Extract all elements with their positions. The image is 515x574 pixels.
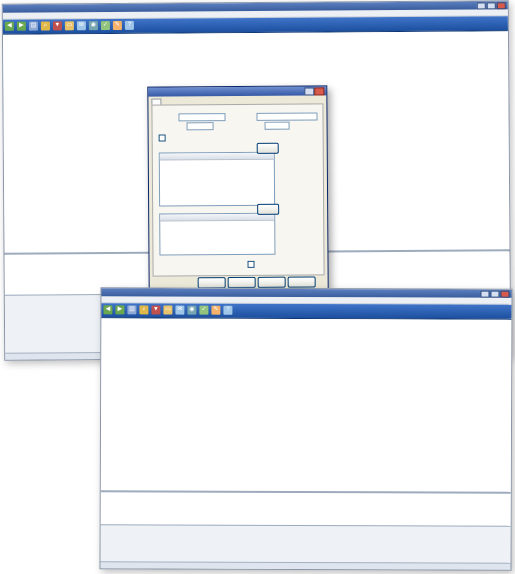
status-bar — [100, 561, 511, 570]
help-icon[interactable]: ? — [124, 20, 134, 30]
search-icon[interactable]: ⌕ — [139, 305, 149, 315]
second-window: ◀ ▶ ▤ ⌕ ▼ ▭ ✉ ◉ ✓ ✎? — [99, 287, 513, 571]
list-box-2-header — [160, 213, 275, 222]
dialog-button-3[interactable] — [257, 276, 286, 288]
field-input-1[interactable] — [178, 113, 226, 122]
sub-grid[interactable] — [100, 490, 511, 526]
toolbar: ◀ ▶ ▤ ⌕ ▼ ▭ ✉ ◉ ✓ ✎? — [101, 303, 512, 320]
close-button[interactable] — [500, 290, 510, 298]
dialog-close-button[interactable] — [314, 87, 325, 96]
list-box-1-header — [159, 152, 274, 161]
back-icon[interactable]: ◀ — [4, 21, 14, 31]
field-input-3[interactable] — [186, 122, 214, 131]
folder-icon[interactable]: ▭ — [64, 21, 74, 31]
camera-icon[interactable]: ◉ — [88, 21, 98, 31]
help-button[interactable] — [304, 87, 315, 96]
maximize-button[interactable] — [486, 2, 496, 10]
list-box-2[interactable] — [159, 212, 276, 256]
mail-icon[interactable]: ✉ — [76, 21, 86, 31]
minimize-button[interactable] — [476, 2, 486, 10]
check-icon[interactable]: ✓ — [100, 21, 110, 31]
search-icon[interactable]: ⌕ — [40, 21, 50, 31]
field-input-2[interactable] — [256, 112, 318, 121]
back-icon[interactable]: ◀ — [103, 305, 113, 315]
window-controls — [479, 290, 510, 301]
minimize-button[interactable] — [480, 290, 490, 298]
list2-action-button[interactable] — [257, 203, 280, 215]
filter-icon[interactable]: ▼ — [52, 21, 62, 31]
folder-icon[interactable]: ▭ — [163, 305, 173, 315]
print-icon[interactable]: ▤ — [28, 21, 38, 31]
dialog-button-1[interactable] — [197, 277, 226, 289]
search-dialog — [147, 85, 329, 291]
dialog-button-2[interactable] — [227, 276, 256, 289]
list-box-1[interactable] — [158, 151, 276, 207]
maximize-button[interactable] — [490, 290, 500, 298]
help-icon[interactable]: ? — [223, 305, 233, 315]
forward-icon[interactable]: ▶ — [115, 305, 125, 315]
field-input-4[interactable] — [264, 121, 290, 130]
check-icon[interactable]: ✓ — [199, 305, 209, 315]
dialog-button-4[interactable] — [287, 276, 316, 288]
window-titlebar[interactable] — [101, 288, 512, 298]
detail-panel — [100, 524, 511, 565]
list1-action-button[interactable] — [256, 142, 279, 154]
bottom-checkbox[interactable] — [247, 260, 255, 268]
dialog-titlebar[interactable] — [148, 86, 327, 97]
forward-icon[interactable]: ▶ — [16, 21, 26, 31]
close-button[interactable] — [496, 2, 506, 10]
edit-icon[interactable]: ✎ — [112, 20, 122, 30]
print-icon[interactable]: ▤ — [127, 305, 137, 315]
records-grid[interactable] — [100, 318, 512, 492]
edit-icon[interactable]: ✎ — [211, 305, 221, 315]
filter-icon[interactable]: ▼ — [151, 305, 161, 315]
window-controls — [476, 2, 506, 12]
mail-icon[interactable]: ✉ — [175, 305, 185, 315]
camera-icon[interactable]: ◉ — [187, 305, 197, 315]
option-checkbox[interactable] — [158, 134, 166, 142]
